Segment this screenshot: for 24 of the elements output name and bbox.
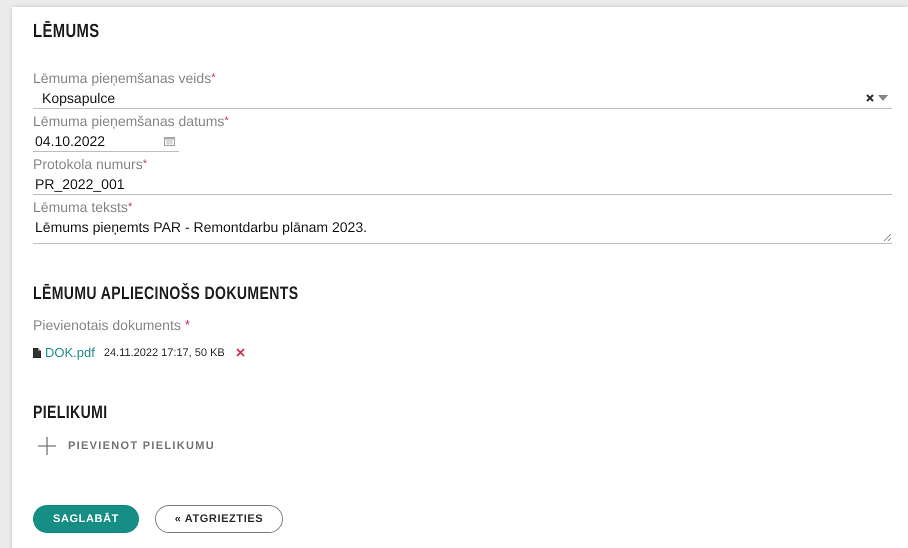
remove-icon[interactable] [236, 348, 245, 357]
section-title: PIELIKUMI [33, 402, 108, 423]
plus-icon[interactable] [38, 437, 56, 455]
add-attachment-button[interactable]: PIEVIENOT PIELIKUMU [33, 437, 215, 455]
clear-icon[interactable] [866, 94, 874, 102]
date-field[interactable]: 04.10.2022 [33, 130, 179, 152]
section-title: LĒMUMU APLIECINOŠS DOKUMENTS [33, 283, 298, 304]
field-label: Pievienotais dokuments * [33, 316, 191, 334]
text-area[interactable]: Lēmums pieņemts PAR - Remontdarbu plānam 2023. [33, 216, 892, 244]
resize-handle-icon[interactable] [883, 233, 892, 242]
file-link[interactable]: DOK.pdf [45, 345, 95, 360]
save-button[interactable]: SAGLABĀT [33, 505, 139, 533]
dropdown-arrow-icon[interactable] [878, 94, 888, 100]
back-button[interactable]: « ATGRIEZTIES [155, 505, 283, 533]
input-field[interactable]: PR_2022_001 [33, 173, 892, 195]
field-label: Protokola numurs* [33, 155, 148, 173]
calendar-icon[interactable] [164, 136, 175, 146]
select-field[interactable]: Kopsapulce [33, 87, 892, 109]
file-meta: 24.11.2022 17:17, 50 KB [104, 346, 225, 358]
section-title: LĒMUMS [33, 21, 100, 43]
field-label: Lēmuma pieņemšanas veids* [33, 69, 216, 87]
field-label: Lēmuma pieņemšanas datums* [33, 112, 230, 130]
file-icon[interactable] [33, 348, 41, 358]
field-label: Lēmuma teksts* [33, 198, 134, 216]
